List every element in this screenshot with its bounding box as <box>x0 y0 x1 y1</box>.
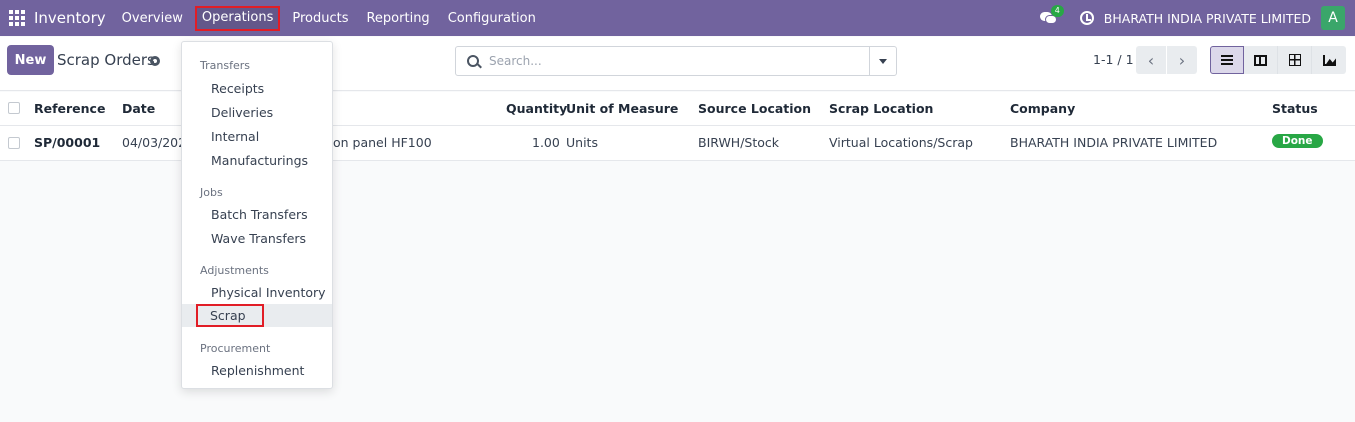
menu-overview[interactable]: Overview <box>115 7 190 30</box>
cell-quantity: 1.00 <box>532 135 560 150</box>
cell-date: 04/03/202 <box>122 135 187 150</box>
menu-products[interactable]: Products <box>285 7 355 30</box>
menu-item-replenishment[interactable]: Replenishment <box>182 359 332 382</box>
row-checkbox[interactable] <box>8 137 20 149</box>
col-date[interactable]: Date <box>122 101 155 116</box>
page-title: Scrap Orders <box>57 51 155 69</box>
top-navbar: Inventory Overview Operations Products R… <box>0 0 1355 36</box>
section-jobs: Jobs <box>200 186 223 199</box>
menu-item-deliveries[interactable]: Deliveries <box>182 101 332 124</box>
kanban-icon <box>1254 54 1267 66</box>
messages-icon[interactable]: 4 <box>1039 5 1064 25</box>
menu-reporting[interactable]: Reporting <box>359 7 436 30</box>
pivot-view-button[interactable] <box>1278 46 1312 74</box>
cell-company: BHARATH INDIA PRIVATE LIMITED <box>1010 135 1218 150</box>
company-switcher[interactable]: BHARATH INDIA PRIVATE LIMITED <box>1104 11 1311 26</box>
app-name[interactable]: Inventory <box>34 9 106 27</box>
cell-reference: SP/00001 <box>34 135 101 150</box>
col-status[interactable]: Status <box>1272 101 1318 116</box>
menu-item-receipts[interactable]: Receipts <box>182 77 332 100</box>
search-input[interactable] <box>489 54 859 68</box>
cell-source-location: BIRWH/Stock <box>698 135 780 150</box>
pager-value[interactable]: 1-1 / 1 <box>1093 52 1134 67</box>
menu-item-manufacturings[interactable]: Manufacturings <box>182 149 332 172</box>
section-transfers: Transfers <box>200 59 250 72</box>
select-all-checkbox[interactable] <box>8 102 20 114</box>
pager-next-button[interactable]: › <box>1167 46 1197 74</box>
cell-product: on panel HF100 <box>333 135 432 150</box>
user-avatar[interactable]: A <box>1321 6 1345 30</box>
apps-grid-icon[interactable] <box>9 10 25 26</box>
list-view-button[interactable] <box>1210 46 1244 74</box>
search-icon <box>467 55 479 67</box>
menu-configuration[interactable]: Configuration <box>441 7 543 30</box>
cell-unit-of-measure: Units <box>566 135 598 150</box>
main-menu: Overview Operations Products Reporting C… <box>115 5 547 31</box>
menu-item-physical-inventory[interactable]: Physical Inventory <box>182 281 332 304</box>
col-source-location[interactable]: Source Location <box>698 101 811 116</box>
search-options-toggle[interactable] <box>869 47 896 75</box>
search-bar <box>455 46 897 76</box>
navbar-right: 4 BHARATH INDIA PRIVATE LIMITED A <box>1039 0 1345 36</box>
pivot-table-icon <box>1288 54 1301 66</box>
view-switcher <box>1210 46 1346 74</box>
menu-item-wave-transfers[interactable]: Wave Transfers <box>182 227 332 250</box>
status-badge: Done <box>1272 134 1323 148</box>
gear-icon[interactable] <box>150 56 160 66</box>
section-procurement: Procurement <box>200 342 271 355</box>
caret-down-icon <box>879 58 887 64</box>
menu-item-batch-transfers[interactable]: Batch Transfers <box>182 203 332 226</box>
new-button[interactable]: New <box>7 45 54 75</box>
col-scrap-location[interactable]: Scrap Location <box>829 101 933 116</box>
kanban-view-button[interactable] <box>1244 46 1278 74</box>
operations-dropdown-menu: Transfers Receipts Deliveries Internal M… <box>181 41 333 389</box>
section-adjustments: Adjustments <box>200 264 269 277</box>
col-reference[interactable]: Reference <box>34 101 105 116</box>
col-unit-of-measure[interactable]: Unit of Measure <box>566 101 678 116</box>
pager-previous-button[interactable]: ‹ <box>1136 46 1166 74</box>
menu-operations[interactable]: Operations <box>194 5 281 31</box>
messages-count-badge: 4 <box>1050 5 1064 17</box>
activity-clock-icon[interactable] <box>1079 11 1094 25</box>
menu-item-internal[interactable]: Internal <box>182 125 332 148</box>
menu-item-scrap[interactable]: Scrap <box>182 304 332 327</box>
col-quantity[interactable]: Quantity <box>506 101 567 116</box>
col-company[interactable]: Company <box>1010 101 1075 116</box>
graph-view-button[interactable] <box>1312 46 1346 74</box>
menu-item-scrap-label: Scrap <box>196 304 264 327</box>
cell-scrap-location: Virtual Locations/Scrap <box>829 135 973 150</box>
area-chart-icon <box>1322 54 1336 66</box>
list-icon <box>1221 55 1233 65</box>
